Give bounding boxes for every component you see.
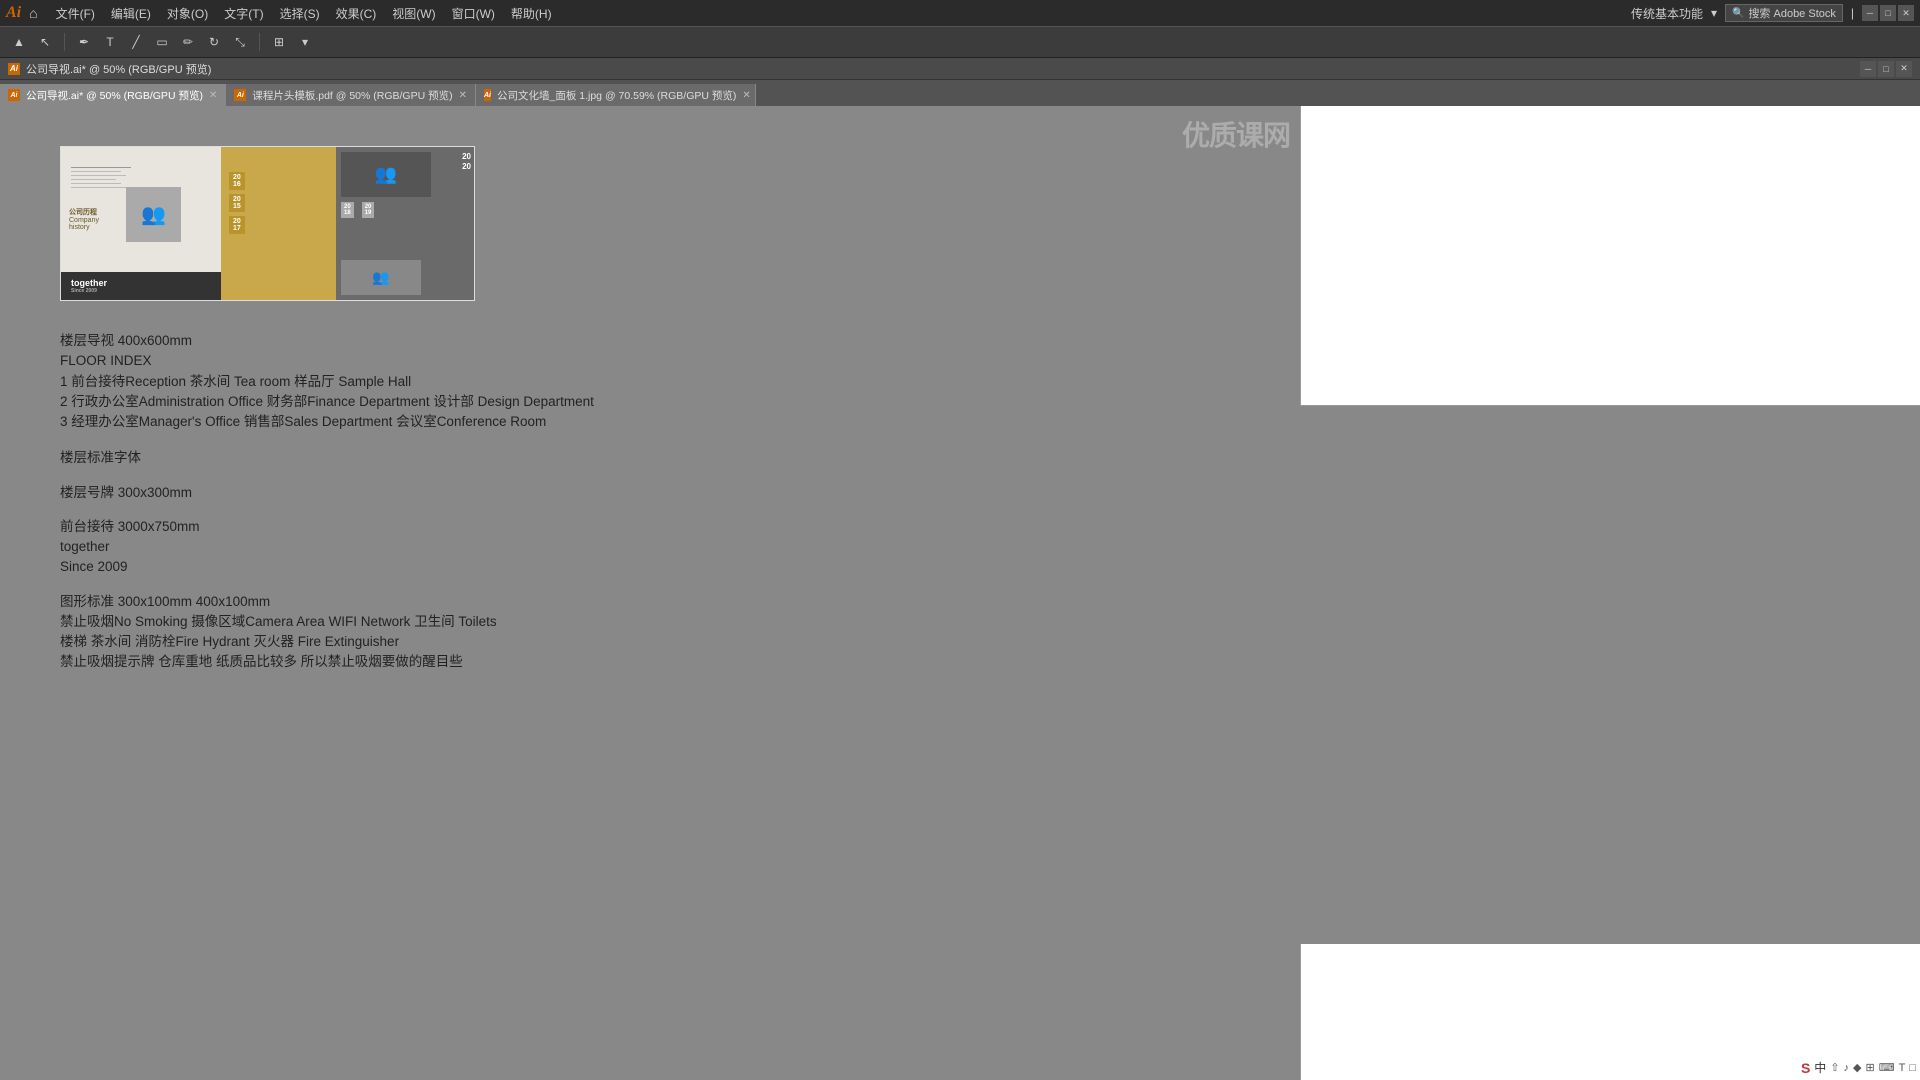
- tab-2[interactable]: Ai 公司文化墙_面板 1.jpg @ 70.59% (RGB/GPU 预览) …: [476, 84, 756, 106]
- main-area: 👥 公司历程 Company history together Since 20…: [0, 106, 1920, 1080]
- ime-zh-icon[interactable]: 中: [1814, 1059, 1826, 1076]
- ime-t-icon: T: [1899, 1062, 1906, 1074]
- menu-file[interactable]: 文件(F): [48, 3, 103, 24]
- doc-title: 公司导视.ai* @ 50% (RGB/GPU 预览): [26, 61, 211, 77]
- workspace-chevron: ▾: [1711, 6, 1717, 20]
- tab-0[interactable]: Ai 公司导视.ai* @ 50% (RGB/GPU 预览) ✕: [0, 84, 226, 106]
- reception-title: 前台接待 3000x750mm: [60, 517, 1860, 537]
- graphics-note: 禁止吸烟提示牌 仓库重地 纸质品比较多 所以禁止吸烟要做的醒目些: [60, 652, 1860, 672]
- preview-photo: 👥: [126, 187, 181, 242]
- doc-window-controls: ─ □ ✕: [1860, 61, 1912, 77]
- menu-view[interactable]: 视图(W): [384, 3, 443, 24]
- tool-direct[interactable]: ↖: [34, 31, 56, 53]
- font-title: 楼层标准字体: [60, 448, 1860, 468]
- home-icon: ⌂: [29, 5, 37, 21]
- menu-window[interactable]: 窗口(W): [444, 3, 503, 24]
- menu-bar: Ai ⌂ 文件(F) 编辑(E) 对象(O) 文字(T) 选择(S) 效果(C)…: [0, 0, 1920, 26]
- doc-close[interactable]: ✕: [1896, 61, 1912, 77]
- menu-select[interactable]: 选择(S): [272, 3, 328, 24]
- reception-together: together: [60, 537, 1860, 557]
- tool-brush[interactable]: ✏: [177, 31, 199, 53]
- floor3: 3 经理办公室Manager's Office 销售部Sales Departm…: [60, 412, 1860, 432]
- doc-maximize[interactable]: □: [1878, 61, 1894, 77]
- menu-object[interactable]: 对象(O): [159, 3, 216, 24]
- ime-square-icon: □: [1909, 1062, 1916, 1074]
- graphics-title: 图形标准 300x100mm 400x100mm: [60, 592, 1860, 612]
- ime-grid-icon: ⊞: [1866, 1061, 1875, 1074]
- preview-middle-gold: 2016 2015 2017: [221, 147, 336, 300]
- tool-arrow[interactable]: ▲: [8, 31, 30, 53]
- close-button[interactable]: ✕: [1898, 5, 1914, 21]
- search-icon: 🔍: [1732, 8, 1744, 19]
- tab-0-icon: Ai: [8, 89, 20, 101]
- ime-keyboard-icon: ⌨: [1879, 1061, 1895, 1074]
- menu-help[interactable]: 帮助(H): [503, 3, 560, 24]
- preview-together: together Since 2009: [61, 272, 241, 300]
- graphics-items: 禁止吸烟No Smoking 摄像区域Camera Area WIFI Netw…: [60, 612, 1860, 632]
- workspace-label[interactable]: 传统基本功能: [1631, 5, 1703, 22]
- floor-sign: 楼层号牌 300x300mm: [60, 483, 1860, 503]
- doc-tab-icon: Ai: [8, 63, 20, 75]
- menu-right: 传统基本功能 ▾ 🔍 搜索 Adobe Stock | ─ □ ✕: [1631, 4, 1914, 22]
- toolbar-divider-1: [64, 33, 65, 51]
- tool-rotate[interactable]: ↻: [203, 31, 225, 53]
- right-panel-bottom: S 中 ⇧ ♪ ◆ ⊞ ⌨ T □: [1300, 944, 1920, 1080]
- doc-minimize[interactable]: ─: [1860, 61, 1876, 77]
- ime-s-icon[interactable]: S: [1801, 1060, 1810, 1076]
- ime-diamond-icon: ◆: [1853, 1061, 1861, 1074]
- menu-effect[interactable]: 效果(C): [328, 3, 385, 24]
- doc-preview: 👥 公司历程 Company history together Since 20…: [60, 146, 475, 301]
- right-panel-top: [1300, 106, 1920, 406]
- minimize-button[interactable]: ─: [1862, 5, 1878, 21]
- toolbar: ▲ ↖ ✒ T ╱ ▭ ✏ ↻ ⤡ ⊞ ▾: [0, 26, 1920, 58]
- tool-line[interactable]: ╱: [125, 31, 147, 53]
- maximize-button[interactable]: □: [1880, 5, 1896, 21]
- app-logo: Ai: [6, 4, 21, 22]
- tab-1-icon: Ai: [234, 89, 246, 101]
- graphics-items2: 楼梯 茶水间 消防栓Fire Hydrant 灭火器 Fire Extingui…: [60, 632, 1860, 652]
- tab-1[interactable]: Ai 课程片头模板.pdf @ 50% (RGB/GPU 预览) ✕: [226, 84, 476, 106]
- layout-icon[interactable]: ⊞: [268, 31, 290, 53]
- toolbar-divider-2: [259, 33, 260, 51]
- tab-0-label: 公司导视.ai* @ 50% (RGB/GPU 预览): [26, 88, 203, 103]
- search-label: 搜索 Adobe Stock: [1748, 5, 1835, 21]
- separator-bar: |: [1851, 6, 1854, 20]
- tool-type[interactable]: T: [99, 31, 121, 53]
- reception-since: Since 2009: [60, 557, 1860, 577]
- window-controls: ─ □ ✕: [1862, 5, 1914, 21]
- tool-rect[interactable]: ▭: [151, 31, 173, 53]
- tab-2-label: 公司文化墙_面板 1.jpg @ 70.59% (RGB/GPU 预览): [497, 88, 736, 103]
- tab-2-close[interactable]: ✕: [742, 90, 750, 101]
- ime-shift-icon: ⇧: [1830, 1061, 1839, 1074]
- ime-toolbar: S 中 ⇧ ♪ ◆ ⊞ ⌨ T □: [1801, 1059, 1916, 1076]
- preview-company-text: 公司历程 Company history: [69, 207, 99, 231]
- layout-chevron[interactable]: ▾: [294, 31, 316, 53]
- menu-edit[interactable]: 编辑(E): [103, 3, 159, 24]
- ime-note-icon: ♪: [1844, 1062, 1850, 1074]
- tab-1-close[interactable]: ✕: [459, 90, 467, 101]
- tab-0-close[interactable]: ✕: [209, 90, 217, 101]
- tool-pen[interactable]: ✒: [73, 31, 95, 53]
- preview-lines: [71, 167, 131, 191]
- search-box[interactable]: 🔍 搜索 Adobe Stock: [1725, 4, 1843, 22]
- preview-right-dark: 2020 👥 2018 2019 👥: [336, 147, 475, 300]
- tool-scale[interactable]: ⤡: [229, 31, 251, 53]
- menu-text[interactable]: 文字(T): [216, 3, 271, 24]
- tab-1-label: 课程片头模板.pdf @ 50% (RGB/GPU 预览): [252, 88, 452, 103]
- tabs-bar: Ai 公司导视.ai* @ 50% (RGB/GPU 预览) ✕ Ai 课程片头…: [0, 80, 1920, 106]
- tab-2-icon: Ai: [484, 89, 491, 101]
